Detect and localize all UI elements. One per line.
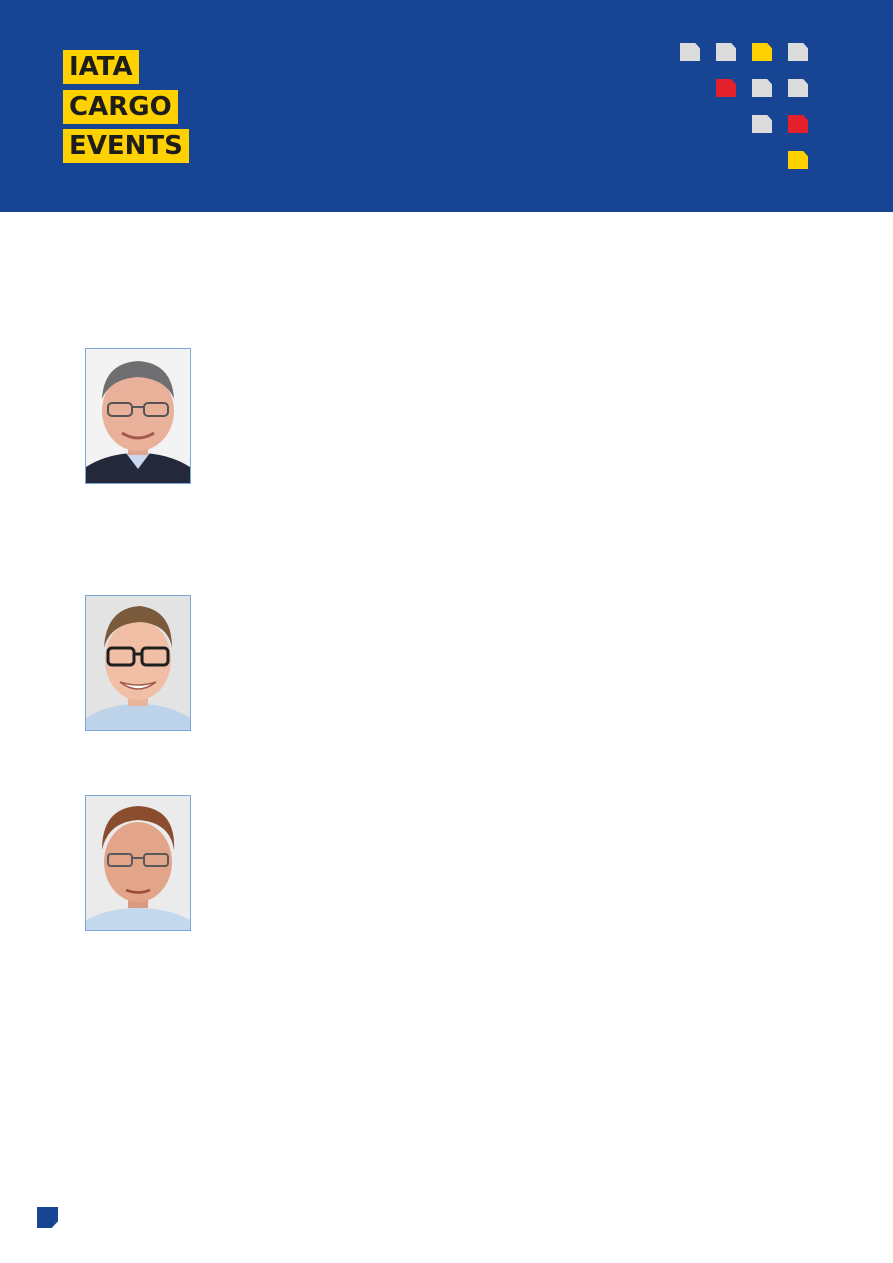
- decor-square-yellow: [752, 43, 772, 61]
- speaker-photo-3: [85, 795, 191, 931]
- decor-square-red: [716, 79, 736, 97]
- decor-square-grey: [788, 79, 808, 97]
- speaker-portrait-1: [86, 349, 190, 483]
- speaker-portrait-3: [86, 796, 190, 930]
- decor-square-yellow: [788, 151, 808, 169]
- decor-square-grey: [752, 115, 772, 133]
- logo-line-iata: IATA: [63, 50, 139, 84]
- speaker-photo-1: [85, 348, 191, 484]
- speaker-portrait-2: [86, 596, 190, 730]
- decor-square-grey: [716, 43, 736, 61]
- page-header: IATA CARGO EVENTS: [0, 0, 893, 212]
- decor-square-grey: [680, 43, 700, 61]
- decor-square-grey: [788, 43, 808, 61]
- decor-square-red: [788, 115, 808, 133]
- footer-brand-mark: [37, 1207, 58, 1228]
- logo-line-events: EVENTS: [63, 129, 189, 163]
- decor-square-grey: [752, 79, 772, 97]
- speaker-photo-2: [85, 595, 191, 731]
- logo-line-cargo: CARGO: [63, 90, 178, 124]
